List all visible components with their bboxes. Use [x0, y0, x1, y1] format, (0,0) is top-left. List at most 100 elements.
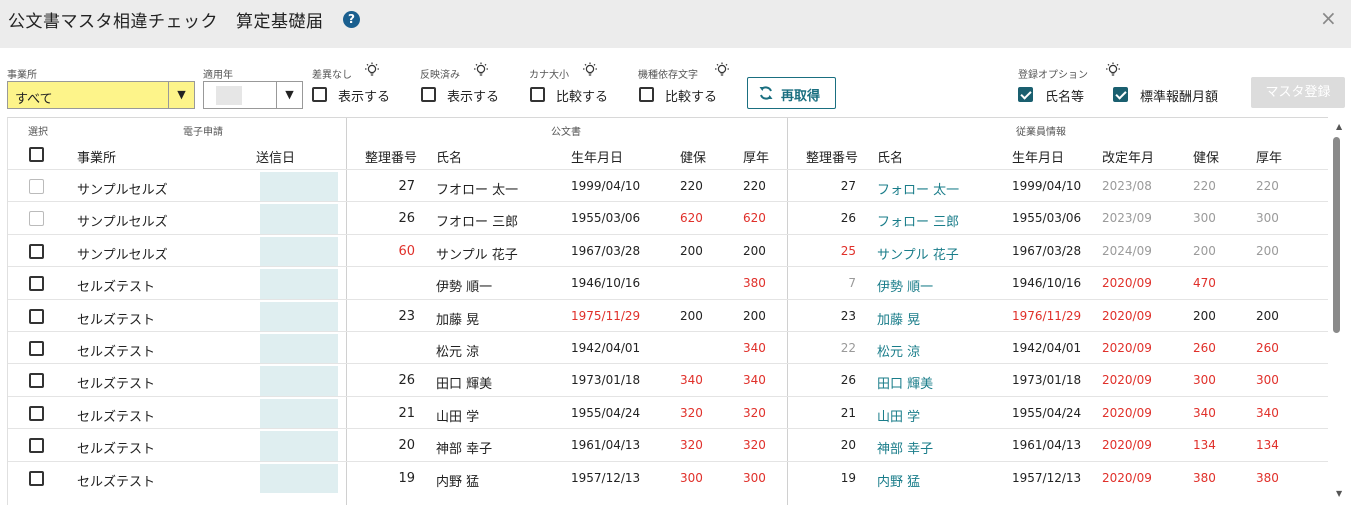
cell-e-kenpo: 220 — [1193, 179, 1216, 193]
header-employee-birth: 生年月日 — [1012, 151, 1065, 166]
cell-e-name[interactable]: 加藤 晃 — [877, 309, 1007, 328]
cell-office: サンプルセルズ — [77, 183, 168, 198]
cell-o-kounen: 620 — [743, 211, 766, 226]
scroll-up-icon[interactable]: ▲ — [1336, 122, 1342, 131]
office-select-value: すべて — [15, 92, 53, 107]
lightbulb-icon[interactable] — [363, 62, 381, 78]
kana-compare-checkbox[interactable] — [530, 87, 545, 102]
header-employee-revised: 改定年月 — [1102, 151, 1155, 166]
cell-e-kounen: 340 — [1256, 405, 1279, 420]
scroll-down-icon[interactable]: ▼ — [1336, 489, 1342, 498]
cell-o-no: 19 — [398, 470, 415, 486]
dialog-title: 公文書マスタ相違チェック 算定基礎届 — [8, 12, 324, 32]
option-salary-checkbox[interactable] — [1113, 87, 1128, 102]
cell-e-revised: 2020/09 — [1102, 470, 1152, 485]
cell-e-birth: 1946/10/16 — [1012, 276, 1082, 291]
close-icon[interactable]: × — [1320, 6, 1337, 30]
row-select-checkbox[interactable] — [29, 341, 44, 356]
diff-show-checkbox[interactable] — [312, 87, 327, 102]
chevron-down-icon: ▼ — [276, 82, 302, 108]
row-divider — [8, 266, 1334, 268]
sent-date-redacted — [260, 431, 338, 461]
row-divider — [8, 201, 1334, 203]
master-register-button[interactable]: マスタ登録 — [1251, 77, 1345, 108]
row-select-checkbox — [29, 179, 44, 194]
cell-o-name: フオロー 三郎 — [436, 215, 519, 231]
lightbulb-icon[interactable] — [472, 62, 490, 78]
header-official-name: 氏名 — [436, 151, 463, 166]
row-select-checkbox[interactable] — [29, 405, 44, 421]
lightbulb-icon[interactable] — [1104, 62, 1122, 78]
select-all-checkbox[interactable] — [29, 147, 44, 162]
header-employee-kounen: 厚年 — [1256, 151, 1283, 166]
header-employee-number: 整理番号 — [806, 151, 859, 166]
register-option-label: 登録オプション — [1018, 70, 1088, 81]
cell-e-kenpo: 380 — [1193, 470, 1216, 485]
cell-e-name[interactable]: 神部 幸子 — [877, 438, 1007, 457]
header-official-kounen: 厚年 — [743, 151, 770, 166]
cell-e-revised: 2020/09 — [1102, 438, 1152, 453]
cell-e-name[interactable]: フォロー 太一 — [877, 179, 1007, 198]
cell-e-name[interactable]: サンプル 花子 — [877, 244, 1007, 263]
cell-e-name[interactable]: 伊勢 順一 — [877, 276, 1007, 295]
row-divider — [8, 233, 1334, 235]
cell-e-revised: 2023/09 — [1102, 211, 1152, 226]
cell-o-birth: 1999/04/10 — [571, 179, 641, 193]
cell-o-kounen: 200 — [743, 308, 766, 323]
header-sent-date: 送信日 — [256, 151, 296, 166]
cell-e-name[interactable]: 内野 猛 — [877, 471, 1007, 490]
cell-o-name: 松元 涼 — [436, 345, 480, 360]
reflected-show-label: 表示する — [447, 90, 500, 105]
cell-e-no: 26 — [840, 373, 856, 388]
cell-o-no: 20 — [398, 438, 415, 454]
header-employee-kenpo: 健保 — [1193, 151, 1220, 166]
cell-e-kenpo: 300 — [1193, 211, 1216, 226]
cell-e-revised: 2023/08 — [1102, 179, 1152, 193]
cell-o-birth: 1957/12/13 — [571, 470, 641, 485]
cell-e-name[interactable]: 松元 涼 — [877, 341, 1007, 360]
row-divider — [8, 395, 1334, 397]
cell-office: セルズテスト — [77, 442, 156, 458]
cell-e-revised: 2024/09 — [1102, 243, 1152, 258]
row-select-checkbox[interactable] — [29, 438, 44, 454]
cell-e-no: 21 — [840, 405, 856, 420]
row-select-checkbox[interactable] — [29, 276, 44, 292]
sent-date-redacted — [260, 269, 338, 299]
option-name-checkbox[interactable] — [1018, 87, 1033, 102]
lightbulb-icon[interactable] — [713, 62, 731, 78]
cell-o-kounen: 380 — [743, 276, 766, 291]
cell-o-name: 内野 猛 — [436, 474, 480, 490]
cell-e-name[interactable]: フォロー 三郎 — [877, 211, 1007, 230]
help-icon[interactable]: ? — [343, 11, 360, 28]
reflected-show-checkbox[interactable] — [421, 87, 436, 102]
vertical-scrollbar[interactable]: ▲ ▼ — [1328, 117, 1351, 505]
row-select-checkbox[interactable] — [29, 308, 44, 324]
cell-o-no: 60 — [398, 243, 415, 259]
row-select-checkbox[interactable] — [29, 470, 44, 486]
cell-e-no: 7 — [848, 276, 856, 291]
model-char-compare-checkbox[interactable] — [639, 87, 654, 102]
cell-e-name[interactable]: 田口 輝美 — [877, 373, 1007, 392]
header-employee-name: 氏名 — [877, 151, 904, 166]
cell-e-kounen: 200 — [1256, 308, 1279, 323]
reflected-filter-label: 反映済み — [420, 70, 460, 81]
cell-e-no: 27 — [840, 179, 856, 193]
refetch-button[interactable]: 再取得 — [747, 77, 836, 109]
cell-e-kounen: 380 — [1256, 470, 1279, 485]
row-select-checkbox[interactable] — [29, 373, 44, 389]
cell-e-name[interactable]: 山田 学 — [877, 406, 1007, 425]
cell-o-kounen: 200 — [743, 243, 766, 258]
row-divider — [8, 460, 1334, 462]
office-filter-label: 事業所 — [7, 70, 37, 81]
scrollbar-thumb[interactable] — [1333, 137, 1340, 333]
cell-e-revised: 2020/09 — [1102, 308, 1152, 323]
office-select[interactable]: すべて ▼ — [7, 81, 195, 109]
lightbulb-icon[interactable] — [581, 62, 599, 78]
row-select-checkbox[interactable] — [29, 243, 44, 259]
year-select[interactable]: ▼ — [203, 81, 303, 109]
kana-compare-label: 比較する — [556, 90, 609, 105]
row-divider — [8, 298, 1334, 300]
cell-o-kenpo: 200 — [680, 243, 703, 258]
cell-o-birth: 1942/04/01 — [571, 341, 641, 355]
option-name-label: 氏名等 — [1045, 90, 1085, 105]
